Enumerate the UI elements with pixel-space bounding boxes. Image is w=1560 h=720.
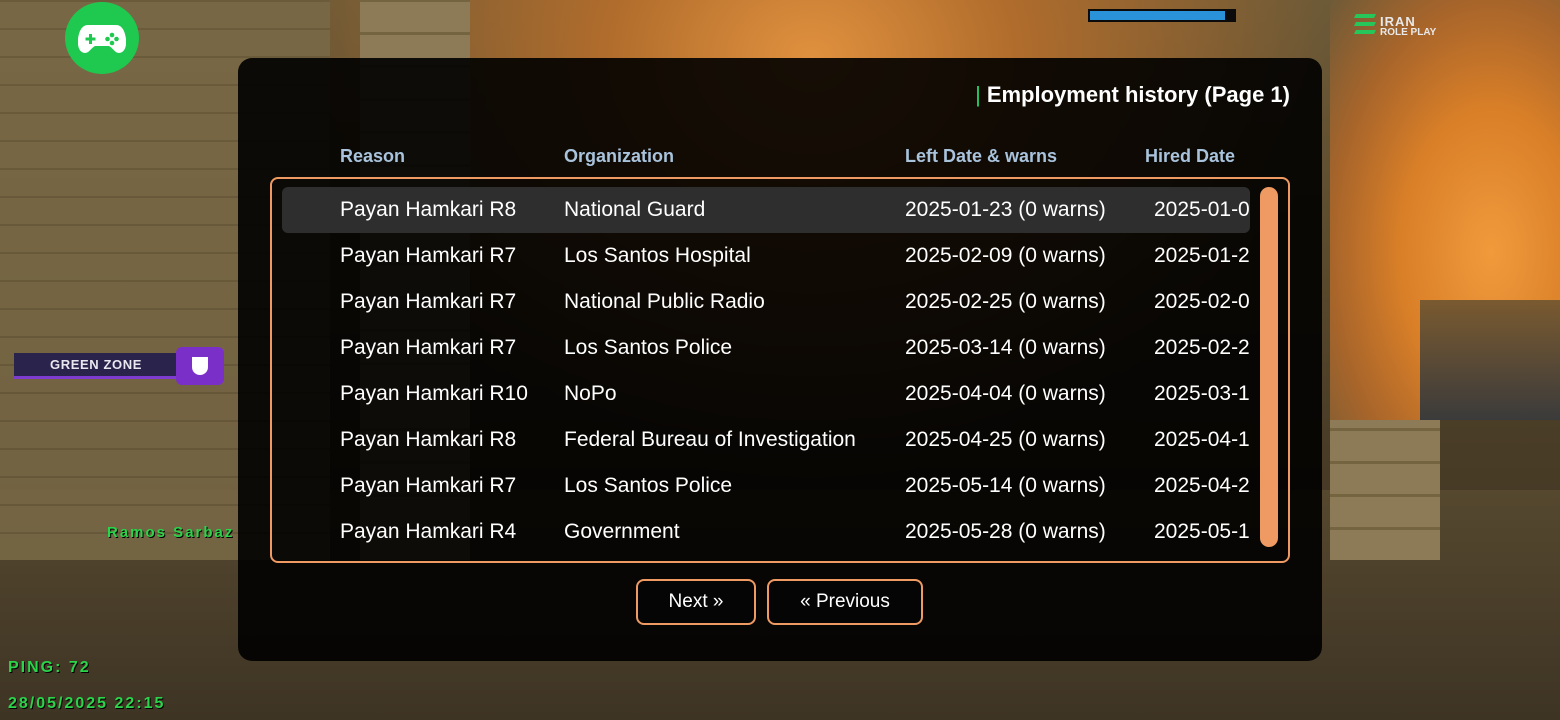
ping-readout: PING: 72 — [8, 659, 91, 676]
cell-organization: Los Santos Hospital — [564, 244, 751, 267]
cell-reason: Payan Hamkari R7 — [340, 474, 517, 497]
cell-left-date: 2025-01-23 (0 warns) — [905, 198, 1106, 221]
cell-reason: Payan Hamkari R8 — [340, 428, 517, 451]
cell-organization: National Guard — [564, 198, 706, 221]
table-row[interactable]: Payan Hamkari R8 National Guard 2025-01-… — [282, 187, 1250, 233]
zone-badge — [176, 347, 224, 385]
health-bar-fill — [1090, 11, 1226, 20]
cell-hired-date: 2025-04-1 — [1154, 428, 1250, 451]
table-row[interactable]: Payan Hamkari R7 Los Santos Police 2025-… — [282, 325, 1250, 371]
cell-left-date: 2025-03-14 (0 warns) — [905, 336, 1106, 359]
cell-organization: NoPo — [564, 382, 617, 405]
shield-icon — [192, 357, 208, 375]
logo-stripes-icon — [1354, 14, 1376, 34]
logo-line-2: ROLE PLAY — [1380, 27, 1437, 38]
cell-organization: Federal Bureau of Investigation — [564, 428, 856, 451]
cell-hired-date: 2025-05-1 — [1154, 520, 1250, 543]
cell-left-date: 2025-05-14 (0 warns) — [905, 474, 1106, 497]
cell-reason: Payan Hamkari R7 — [340, 290, 517, 313]
table-scrollbar[interactable] — [1260, 187, 1278, 547]
history-table: Payan Hamkari R8 National Guard 2025-01-… — [270, 177, 1290, 563]
column-header-organization: Organization — [564, 146, 675, 166]
cell-left-date: 2025-04-25 (0 warns) — [905, 428, 1106, 451]
gamepad-icon — [78, 25, 126, 53]
harbor-background — [1420, 300, 1560, 420]
dialog-title-text: Employment history (Page 1) — [986, 82, 1290, 107]
table-row[interactable]: Payan Hamkari R10 NoPo 2025-04-04 (0 war… — [282, 371, 1250, 417]
gamepad-menu-button[interactable] — [65, 2, 139, 74]
cell-organization: Los Santos Police — [564, 474, 733, 497]
cell-hired-date: 2025-01-2 — [1154, 244, 1250, 267]
cell-left-date: 2025-04-04 (0 warns) — [905, 382, 1106, 405]
cell-left-date: 2025-05-28 (0 warns) — [905, 520, 1106, 543]
cell-left-date: 2025-02-09 (0 warns) — [905, 244, 1106, 267]
cell-reason: Payan Hamkari R8 — [340, 198, 517, 221]
cell-hired-date: 2025-01-0 — [1154, 198, 1250, 221]
column-header-left-date: Left Date & warns — [905, 146, 1058, 166]
cell-reason: Payan Hamkari R10 — [340, 382, 528, 405]
dialog-title: | Employment history (Page 1) — [975, 82, 1290, 108]
datetime-readout: 28/05/2025 22:15 — [8, 695, 166, 712]
cell-reason: Payan Hamkari R7 — [340, 336, 517, 359]
cell-reason: Payan Hamkari R4 — [340, 520, 517, 543]
column-header-reason: Reason — [340, 146, 406, 166]
cell-organization: National Public Radio — [564, 290, 765, 313]
cell-hired-date: 2025-02-0 — [1154, 290, 1250, 313]
cell-hired-date: 2025-03-1 — [1154, 382, 1250, 405]
next-page-button[interactable]: Next » — [636, 579, 756, 625]
cell-organization: Los Santos Police — [564, 336, 733, 359]
table-header: Reason Organization Left Date & warns Hi… — [238, 146, 1322, 170]
player-name-tag: Ramos Sarbaz — [107, 524, 235, 541]
cell-hired-date: 2025-04-2 — [1154, 474, 1250, 497]
table-row[interactable]: Payan Hamkari R4 Government 2025-05-28 (… — [282, 509, 1250, 555]
table-row[interactable]: Payan Hamkari R7 National Public Radio 2… — [282, 279, 1250, 325]
zone-label-bar: GREEN ZONE — [14, 353, 178, 379]
server-logo: IRAN ROLE PLAY — [1352, 10, 1452, 40]
table-row[interactable]: Payan Hamkari R7 Los Santos Hospital 202… — [282, 233, 1250, 279]
health-bar — [1088, 9, 1236, 22]
table-row[interactable]: Payan Hamkari R7 Los Santos Police 2025-… — [282, 463, 1250, 509]
title-accent-bar: | — [975, 82, 981, 107]
cell-left-date: 2025-02-25 (0 warns) — [905, 290, 1106, 313]
column-header-hired-date: Hired Date — [1145, 146, 1236, 166]
table-row[interactable]: Payan Hamkari R8 Federal Bureau of Inves… — [282, 417, 1250, 463]
cell-hired-date: 2025-02-2 — [1154, 336, 1250, 359]
employment-history-dialog: | Employment history (Page 1) Reason Orga… — [238, 58, 1322, 661]
zone-label: GREEN ZONE — [50, 357, 142, 372]
cell-organization: Government — [564, 520, 680, 543]
zone-indicator: GREEN ZONE — [14, 347, 224, 385]
cell-reason: Payan Hamkari R7 — [340, 244, 517, 267]
previous-page-button[interactable]: « Previous — [767, 579, 923, 625]
